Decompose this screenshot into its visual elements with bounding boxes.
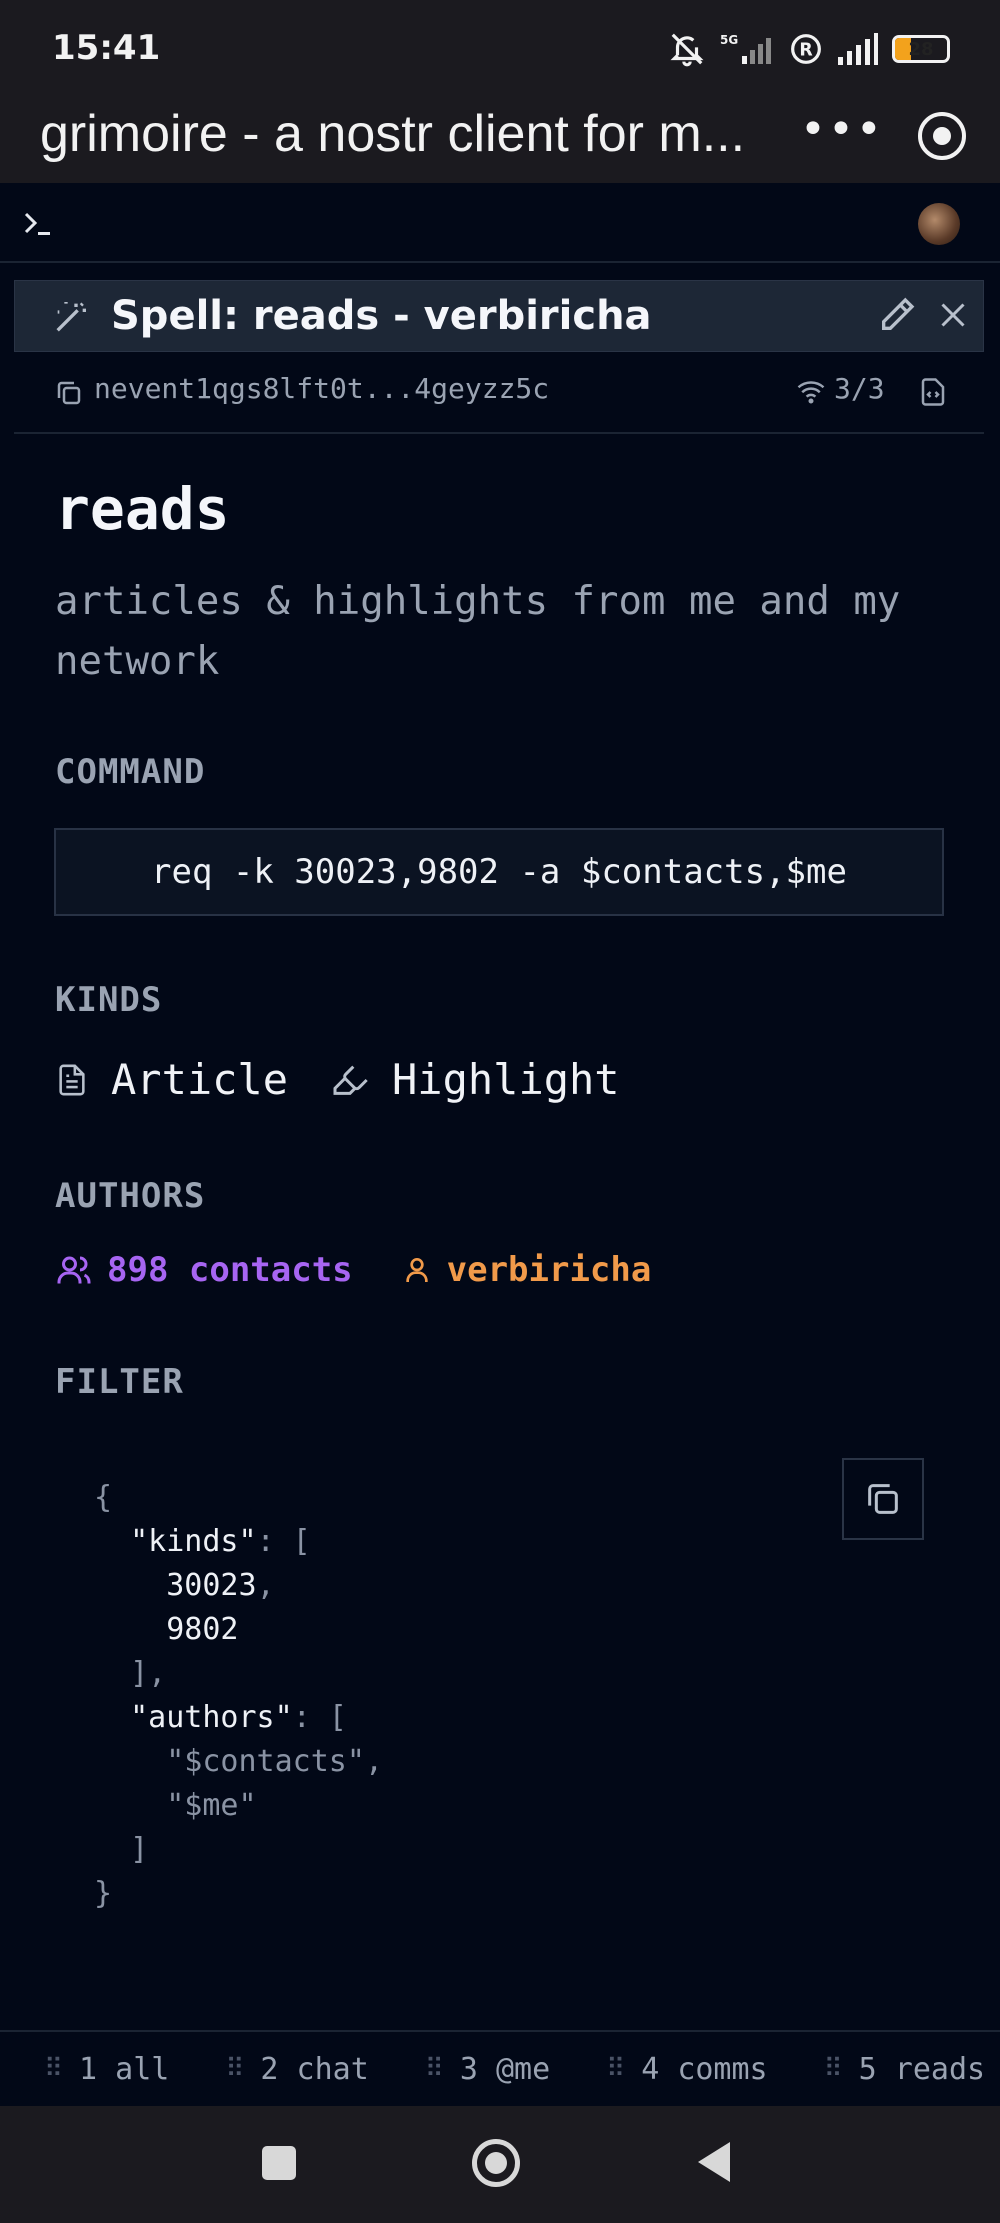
tab-label: all <box>115 2051 170 2087</box>
author-label: 898 contacts <box>107 1250 353 1290</box>
tab-5[interactable]: ⠿ 5 reads <box>780 2052 997 2087</box>
tab-3[interactable]: ⠿ 3 @me <box>381 2052 562 2087</box>
grip-icon: ⠿ <box>225 2054 244 2084</box>
kind-article[interactable]: Article <box>55 1055 288 1104</box>
users-icon <box>57 1256 91 1284</box>
tab-number: 3 <box>459 2051 478 2087</box>
user-icon <box>405 1258 428 1282</box>
status-bar: 15:41 5G R 28 <box>0 0 1000 100</box>
author-me[interactable]: verbiricha <box>401 1250 652 1290</box>
tab-number: 4 <box>641 2051 660 2087</box>
tab-label: comms <box>677 2051 768 2087</box>
more-menu-button[interactable]: ••• <box>800 104 884 155</box>
copy-icon <box>868 1484 898 1514</box>
kinds-list: Article Highlight <box>55 1055 662 1104</box>
workspace-tabs: ⠿ 1 all ⠿ 2 chat ⠿ 3 @me ⠿ 4 comms ⠿ 5 reads <box>0 2030 1000 2106</box>
signal-5g-icon: 5G <box>720 33 771 64</box>
tab-label: chat <box>296 2051 369 2087</box>
author-label: verbiricha <box>446 1250 652 1290</box>
grip-icon: ⠿ <box>823 2054 843 2084</box>
tab-number: 5 <box>858 2051 877 2087</box>
status-icons: 5G R 28 <box>668 30 950 68</box>
terminal-icon[interactable] <box>20 205 56 241</box>
spell-description: articles & highlights from me and my net… <box>55 579 901 684</box>
edit-icon[interactable] <box>877 295 917 335</box>
wand-icon <box>56 302 86 332</box>
filter-kind: 9802 <box>166 1612 239 1647</box>
authors-list: 898 contacts verbiricha <box>55 1250 651 1290</box>
copy-id-icon[interactable] <box>54 378 84 408</box>
browser-title[interactable]: grimoire - a nostr client for m... <box>40 104 745 164</box>
document-icon <box>59 1064 85 1095</box>
relay-count[interactable]: 3/3 <box>834 372 885 405</box>
command-box[interactable]: req -k 30023,9802 -a $contacts,$me <box>54 828 944 916</box>
filter-author: "$me" <box>166 1788 257 1823</box>
kind-label: Article <box>111 1055 289 1104</box>
tab-label: @me <box>495 2051 551 2087</box>
grip-icon: ⠿ <box>44 2054 63 2084</box>
author-contacts[interactable]: 898 contacts <box>55 1250 353 1290</box>
system-nav-bar <box>0 2106 1000 2223</box>
grip-icon: ⠿ <box>606 2054 625 2084</box>
close-icon[interactable] <box>935 297 971 333</box>
tab-1[interactable]: ⠿ 1 all <box>0 2052 181 2087</box>
window-title: Spell: reads - verbiricha <box>111 293 652 339</box>
battery-level: 28 <box>908 38 934 60</box>
relay-wifi-icon <box>797 381 825 404</box>
kind-label: Highlight <box>392 1055 620 1104</box>
section-kinds: KINDS <box>55 980 163 1020</box>
section-authors: AUTHORS <box>55 1176 206 1216</box>
silent-bell-icon <box>670 33 704 67</box>
signal-icon <box>838 33 878 65</box>
browser-bar: grimoire - a nostr client for m... ••• <box>0 100 1000 183</box>
section-filter: FILTER <box>55 1362 184 1402</box>
tab-label: reads <box>894 2051 986 2087</box>
filter-author: "$contacts" <box>166 1744 365 1779</box>
json-file-icon[interactable] <box>918 376 948 408</box>
event-meta: nevent1qgs8lft0t...4geyzz5c 3/3 <box>14 354 984 434</box>
tab-number: 1 <box>79 2051 98 2087</box>
recents-button[interactable] <box>262 2146 296 2180</box>
svg-text:5G: 5G <box>720 33 738 47</box>
section-command: COMMAND <box>55 752 206 792</box>
tab-4[interactable]: ⠿ 4 comms <box>562 2052 779 2087</box>
tab-2[interactable]: ⠿ 2 chat <box>181 2052 380 2087</box>
battery-icon: 28 <box>892 35 950 63</box>
filter-kind: 30023 <box>166 1568 257 1603</box>
spell-name: reads <box>55 475 230 543</box>
svg-text:R: R <box>799 41 812 61</box>
window-header: Spell: reads - verbiricha <box>14 280 984 352</box>
highlighter-icon <box>333 1065 368 1095</box>
event-id[interactable]: nevent1qgs8lft0t...4geyzz5c <box>94 372 549 405</box>
tab-number: 2 <box>260 2051 279 2087</box>
copy-filter-button[interactable] <box>842 1458 924 1540</box>
avatar[interactable] <box>918 203 960 245</box>
home-button[interactable] <box>472 2139 520 2187</box>
status-time: 15:41 <box>52 28 161 68</box>
record-icon[interactable] <box>916 110 968 162</box>
filter-json[interactable]: { "kinds": [ 30023, 9802 ], "authors": [… <box>94 1476 383 1916</box>
registered-icon: R <box>791 34 821 64</box>
back-button[interactable] <box>698 2142 730 2182</box>
grip-icon: ⠿ <box>424 2054 444 2084</box>
app-toolbar <box>0 183 1000 263</box>
kind-highlight[interactable]: Highlight <box>330 1055 620 1104</box>
